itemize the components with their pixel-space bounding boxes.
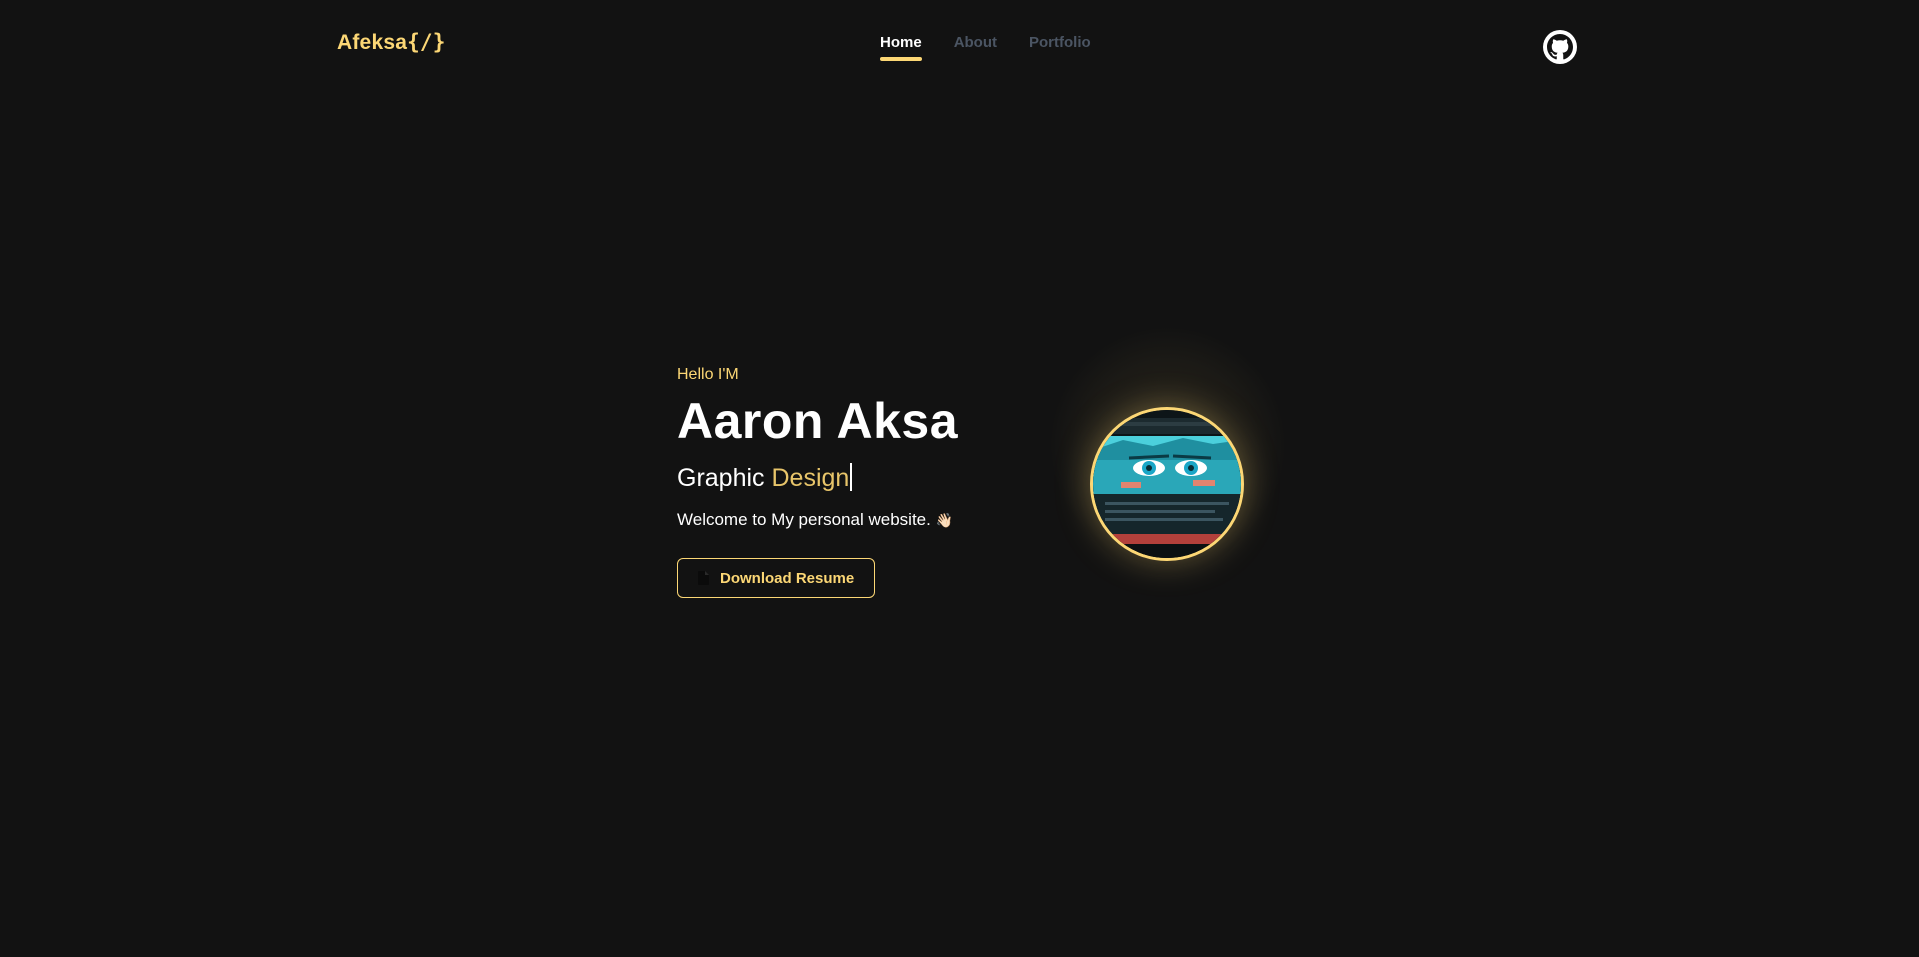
active-underline	[880, 57, 922, 61]
download-resume-button[interactable]: Download Resume	[677, 558, 876, 598]
role-prefix: Graphic	[677, 464, 765, 492]
nav-link-label: Home	[880, 34, 922, 51]
role-accent: Design	[771, 464, 850, 492]
github-link[interactable]	[1543, 30, 1577, 64]
navbar: Afeksa{/} Home About Portfolio	[0, 0, 1919, 92]
typing-caret	[850, 463, 853, 491]
page: Afeksa{/} Home About Portfolio Hello I'M…	[0, 0, 1919, 957]
wave-emoji: 👋🏻	[935, 512, 954, 528]
welcome-text: Welcome to My personal website. 👋🏻	[677, 510, 1037, 530]
logo-text: Afeksa	[337, 31, 408, 54]
nav-link-home[interactable]: Home	[880, 34, 922, 61]
download-resume-label: Download Resume	[720, 569, 855, 587]
nav-link-label: Portfolio	[1029, 34, 1091, 51]
avatar-image	[1093, 410, 1241, 558]
nav-links: Home About Portfolio	[880, 34, 1123, 61]
nav-link-portfolio[interactable]: Portfolio	[1029, 34, 1091, 51]
file-icon	[698, 571, 709, 585]
hero-name: Aaron Aksa	[677, 393, 959, 449]
logo-link[interactable]: Afeksa{/}	[337, 30, 446, 55]
nav-link-about[interactable]: About	[954, 34, 997, 51]
github-icon	[1547, 34, 1573, 60]
avatar	[1090, 407, 1244, 561]
hero-text: Hello I'M Aaron Aksa Graphic Design Welc…	[677, 366, 1037, 598]
greeting: Hello I'M	[677, 366, 739, 383]
hero-role: Graphic Design	[677, 462, 1037, 494]
nav-link-label: About	[953, 34, 998, 51]
logo-brace: {/}	[407, 30, 446, 54]
welcome-message: Welcome to My personal website.	[677, 510, 931, 529]
